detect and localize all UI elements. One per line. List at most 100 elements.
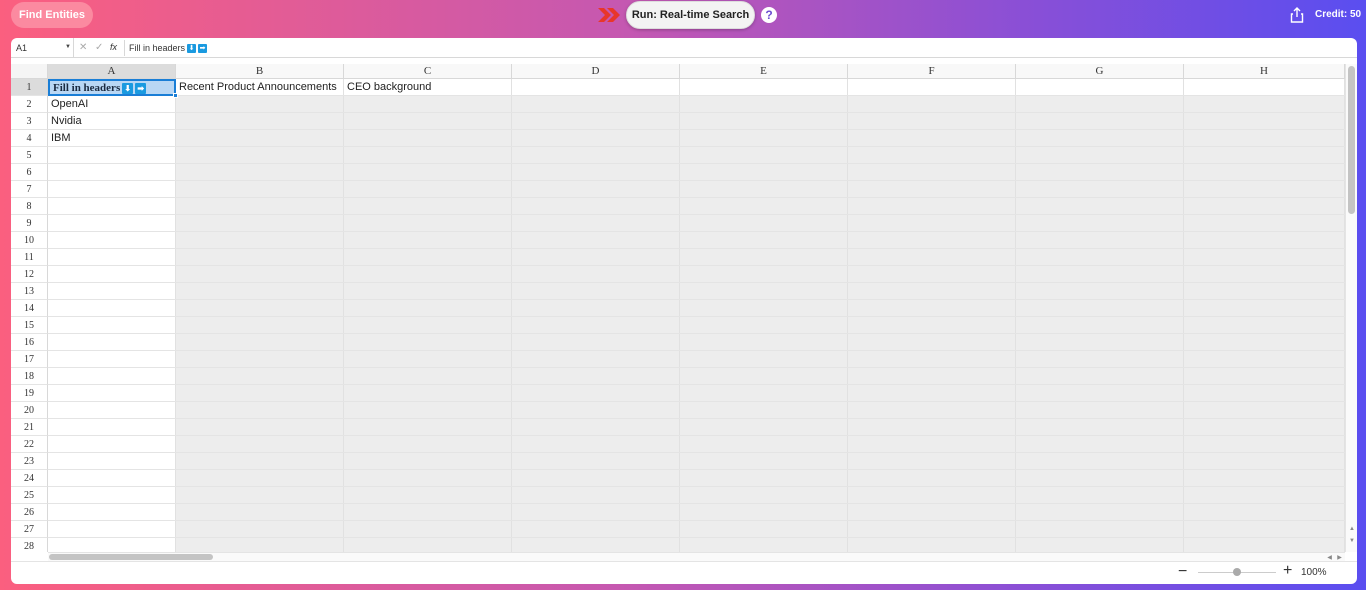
cell-a1-label: Fill in headers <box>53 82 121 94</box>
row-header-17[interactable]: 17 <box>11 351 48 368</box>
row-header-10[interactable]: 10 <box>11 232 48 249</box>
row-gridline <box>48 452 1345 453</box>
row-header-5[interactable]: 5 <box>11 147 48 164</box>
zoom-level: 100% <box>1301 567 1327 578</box>
column-header-f[interactable]: F <box>848 64 1016 79</box>
row-header-1[interactable]: 1 <box>11 79 48 96</box>
caret-down-icon[interactable]: ▼ <box>65 44 71 50</box>
row-header-12[interactable]: 12 <box>11 266 48 283</box>
row-header-9[interactable]: 9 <box>11 215 48 232</box>
cancel-icon[interactable]: ✕ <box>79 42 87 53</box>
row-gridline <box>48 299 1345 300</box>
run-search-button[interactable]: Run: Real-time Search <box>626 1 755 29</box>
formula-bar: A1 ▼ ✕ ✓ fx Fill in headers ⬇ ➡ <box>11 38 1357 58</box>
formula-input[interactable]: Fill in headers ⬇ ➡ <box>129 43 208 53</box>
row-gridline <box>48 435 1345 436</box>
column-header-d[interactable]: D <box>512 64 680 79</box>
cell-a3[interactable]: Nvidia <box>48 113 82 130</box>
row-header-27[interactable]: 27 <box>11 521 48 538</box>
scroll-up-icon[interactable]: ▲ <box>1347 524 1357 533</box>
vertical-scrollbar[interactable]: ▲ ▼ <box>1345 64 1357 552</box>
row-header-24[interactable]: 24 <box>11 470 48 487</box>
scroll-left-icon[interactable]: ◀ <box>1325 553 1334 561</box>
column-header-c[interactable]: C <box>344 64 512 79</box>
select-all-corner[interactable] <box>11 64 48 79</box>
column-header-h[interactable]: H <box>1184 64 1345 79</box>
row-header-8[interactable]: 8 <box>11 198 48 215</box>
formula-divider <box>124 40 125 56</box>
row-gridline <box>48 537 1345 538</box>
header-row-cell-h <box>1184 79 1344 96</box>
row-header-11[interactable]: 11 <box>11 249 48 266</box>
cell-b1[interactable]: Recent Product Announcements <box>176 79 337 96</box>
zoom-slider-knob[interactable] <box>1233 568 1241 576</box>
row-gridline <box>48 265 1345 266</box>
row-gridline <box>48 418 1345 419</box>
row-header-23[interactable]: 23 <box>11 453 48 470</box>
row-gridline <box>48 282 1345 283</box>
column-header-e[interactable]: E <box>680 64 848 79</box>
column-header-g[interactable]: G <box>1016 64 1184 79</box>
fx-icon: fx <box>110 42 118 52</box>
row-header-3[interactable]: 3 <box>11 113 48 130</box>
row-gridline <box>48 503 1345 504</box>
header-row-cell-d <box>512 79 679 96</box>
row-gridline <box>48 333 1345 334</box>
row-gridline <box>48 163 1345 164</box>
row-gridline <box>48 350 1345 351</box>
cell-a4[interactable]: IBM <box>48 130 71 147</box>
sheet-grid[interactable]: ABCDEFGH 1 2 3 4 5 6 7 8 9 10 11 12 13 14 15 16 17 18 19 20… <box>11 64 1345 552</box>
row-header-2[interactable]: 2 <box>11 96 48 113</box>
horizontal-scrollbar[interactable]: ◀ ▶ <box>48 552 1345 561</box>
cell-ref: A1 <box>16 43 28 53</box>
column-header-b[interactable]: B <box>176 64 344 79</box>
find-entities-button[interactable]: Find Entities <box>11 2 93 28</box>
row-header-4[interactable]: 4 <box>11 130 48 147</box>
share-icon[interactable] <box>1290 7 1304 23</box>
row-header-6[interactable]: 6 <box>11 164 48 181</box>
arrow-down-icon: ⬇ <box>187 43 197 53</box>
cells-area[interactable]: Fill in headers ⬇ ➡ Recent Product Annou… <box>48 79 1345 552</box>
row-gridline <box>48 146 1345 147</box>
header-row-cell-g <box>1016 79 1183 96</box>
row-header-13[interactable]: 13 <box>11 283 48 300</box>
row-header-19[interactable]: 19 <box>11 385 48 402</box>
scroll-down-icon[interactable]: ▼ <box>1347 536 1357 545</box>
row-header-21[interactable]: 21 <box>11 419 48 436</box>
column-header-a[interactable]: A <box>48 64 176 79</box>
row-header-16[interactable]: 16 <box>11 334 48 351</box>
cell-c1[interactable]: CEO background <box>344 79 431 96</box>
arrow-right-icon[interactable]: ➡ <box>135 83 147 94</box>
row-header-7[interactable]: 7 <box>11 181 48 198</box>
zoom-in-button[interactable]: + <box>1283 563 1292 579</box>
row-gridline <box>48 401 1345 402</box>
row-gridline <box>48 214 1345 215</box>
header-row-cell-e <box>680 79 847 96</box>
arrow-down-icon[interactable]: ⬇ <box>122 83 134 94</box>
row-gridline <box>48 248 1345 249</box>
row-header-14[interactable]: 14 <box>11 300 48 317</box>
row-gridline <box>48 384 1345 385</box>
row-header-28[interactable]: 28 <box>11 538 48 552</box>
vertical-scroll-thumb[interactable] <box>1348 66 1355 214</box>
scroll-right-icon[interactable]: ▶ <box>1335 553 1344 561</box>
row-header-22[interactable]: 22 <box>11 436 48 453</box>
question-icon[interactable]: ? <box>761 7 777 23</box>
row-gridline <box>48 231 1345 232</box>
confirm-icon[interactable]: ✓ <box>95 42 103 53</box>
row-header-18[interactable]: 18 <box>11 368 48 385</box>
arrow-right-icon: ➡ <box>198 43 208 53</box>
cell-a2[interactable]: OpenAI <box>48 96 88 113</box>
row-header-26[interactable]: 26 <box>11 504 48 521</box>
header-row-cell-f <box>848 79 1015 96</box>
row-header-20[interactable]: 20 <box>11 402 48 419</box>
row-header-25[interactable]: 25 <box>11 487 48 504</box>
zoom-out-button[interactable]: − <box>1178 564 1187 580</box>
cell-name-box[interactable]: A1 ▼ <box>11 38 74 58</box>
selected-cell-a1[interactable]: Fill in headers ⬇ ➡ <box>48 79 178 98</box>
row-gridline <box>48 367 1345 368</box>
formula-text: Fill in headers <box>129 43 186 53</box>
row-gridline <box>48 486 1345 487</box>
horizontal-scroll-thumb[interactable] <box>49 554 213 560</box>
row-header-15[interactable]: 15 <box>11 317 48 334</box>
